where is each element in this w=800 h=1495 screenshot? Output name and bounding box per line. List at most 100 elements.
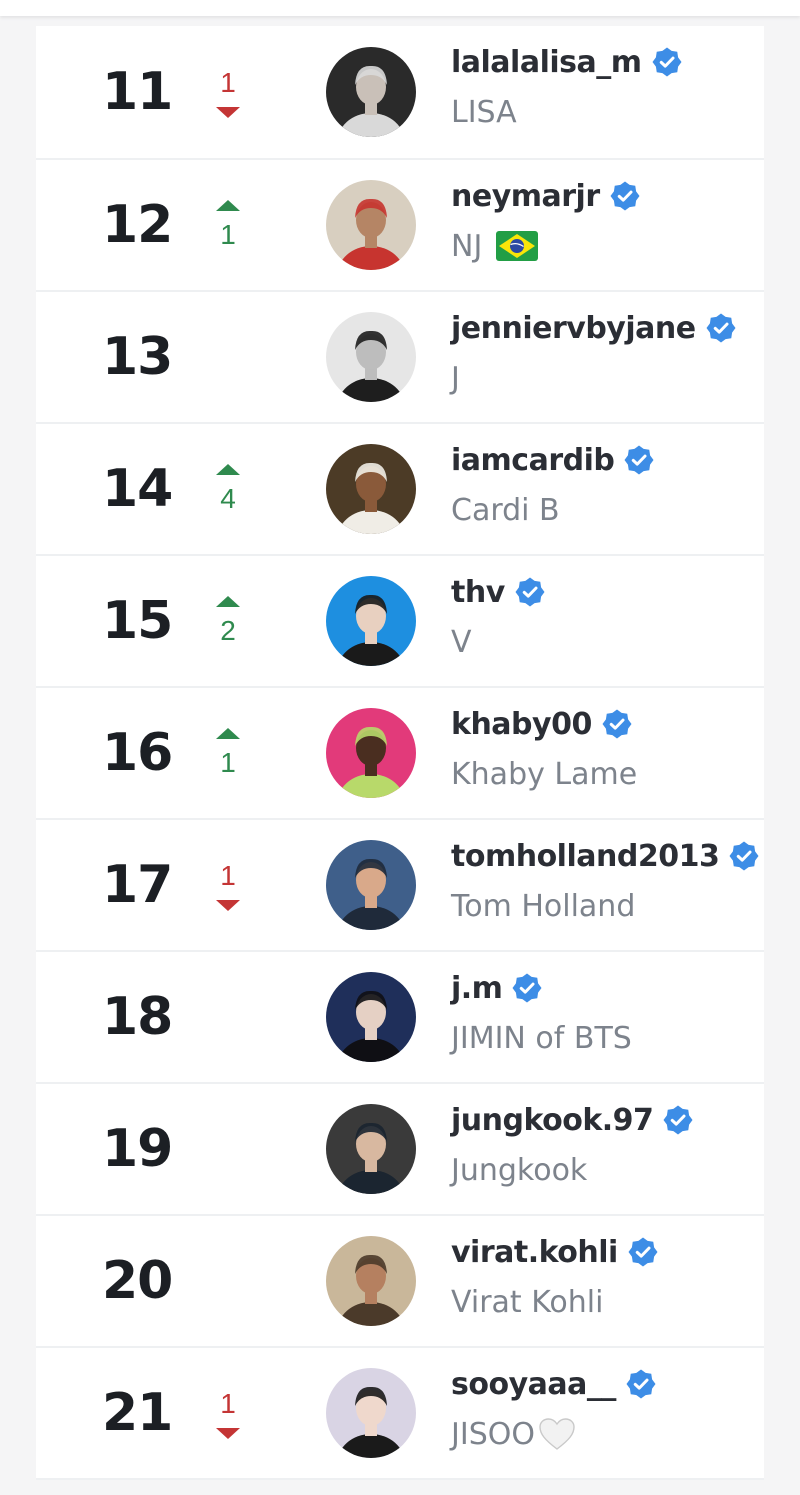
avatar[interactable] [326, 576, 416, 666]
account-handle[interactable]: lalalalisa_m [451, 45, 642, 80]
rank-change: 1 [214, 688, 242, 818]
verified-badge-icon [610, 181, 640, 211]
account-handle[interactable]: khaby00 [451, 707, 592, 742]
avatar[interactable] [326, 708, 416, 798]
ranking-row[interactable]: 13 jenniervbyjane J [36, 292, 764, 424]
account-handle[interactable]: iamcardib [451, 443, 615, 478]
verified-badge-icon [652, 47, 682, 77]
avatar[interactable] [326, 312, 416, 402]
rank-change-value: 1 [220, 859, 236, 891]
display-name: LISA [451, 94, 517, 130]
rank-change-value: 2 [220, 614, 236, 646]
rank-number: 20 [102, 1251, 173, 1311]
display-name: V [451, 624, 472, 660]
verified-badge-icon [706, 313, 736, 343]
account-info: j.m JIMIN of BTS [451, 966, 632, 1058]
rank-change: 2 [214, 556, 242, 686]
display-name: Jungkook [451, 1152, 588, 1188]
account-handle[interactable]: j.m [451, 971, 503, 1006]
ranking-row[interactable]: 20 virat.kohli Virat Kohli [36, 1216, 764, 1348]
rank-change-value: 1 [220, 66, 236, 98]
account-handle[interactable]: jenniervbyjane [451, 311, 696, 346]
rank-change-value: 1 [220, 1387, 236, 1419]
arrow-down-icon [216, 106, 240, 118]
account-info: neymarjr NJ [451, 174, 640, 266]
rank-change: 1 [214, 26, 242, 158]
display-name: Khaby Lame [451, 756, 638, 792]
arrow-up-icon [216, 463, 240, 475]
avatar[interactable] [326, 1368, 416, 1458]
rank-change: 4 [214, 424, 242, 554]
display-name: NJ [451, 228, 483, 264]
ranking-row[interactable]: 12 1 neymarjr NJ [36, 160, 764, 292]
ranking-row[interactable]: 14 4 iamcardib Cardi B [36, 424, 764, 556]
ranking-row[interactable]: 21 1 sooyaaa__ JISOO [36, 1348, 764, 1480]
avatar[interactable] [326, 47, 416, 137]
arrow-down-icon [216, 1427, 240, 1439]
ranking-row[interactable]: 15 2 thv V [36, 556, 764, 688]
verified-badge-icon [663, 1105, 693, 1135]
account-handle[interactable]: sooyaaa__ [451, 1367, 616, 1402]
ranking-row[interactable]: 19 jungkook.97 Jungkook [36, 1084, 764, 1216]
account-info: lalalalisa_m LISA [451, 40, 682, 132]
account-info: sooyaaa__ JISOO [451, 1362, 656, 1454]
verified-badge-icon [602, 709, 632, 739]
rank-number: 17 [102, 855, 173, 915]
account-info: jungkook.97 Jungkook [451, 1098, 693, 1190]
arrow-up-icon [216, 727, 240, 739]
account-info: iamcardib Cardi B [451, 438, 654, 530]
verified-badge-icon [628, 1237, 658, 1267]
display-name: Cardi B [451, 492, 560, 528]
ranking-row[interactable]: 16 1 khaby00 Khaby Lame [36, 688, 764, 820]
ranking-row[interactable]: 17 1 tomholland2013 Tom Holland [36, 820, 764, 952]
ranking-list: 11 1 lalalalisa_m LISA 12 1 neymarjr NJ 13 jennie… [36, 26, 764, 1480]
account-info: virat.kohli Virat Kohli [451, 1230, 658, 1322]
verified-badge-icon [729, 841, 759, 871]
rank-change: 1 [214, 1348, 242, 1478]
arrow-down-icon [216, 899, 240, 911]
top-bar [0, 0, 800, 16]
account-info: khaby00 Khaby Lame [451, 702, 637, 794]
verified-badge-icon [515, 577, 545, 607]
account-handle[interactable]: neymarjr [451, 179, 600, 214]
account-handle[interactable]: tomholland2013 [451, 839, 720, 874]
account-handle[interactable]: thv [451, 575, 505, 610]
display-name: JIMIN of BTS [451, 1020, 632, 1056]
account-handle[interactable]: virat.kohli [451, 1235, 618, 1270]
display-name: Tom Holland [451, 888, 636, 924]
white-heart-icon [539, 1418, 575, 1450]
ranking-row[interactable]: 18 j.m JIMIN of BTS [36, 952, 764, 1084]
rank-number: 18 [102, 987, 173, 1047]
rank-change: 1 [214, 160, 242, 290]
rank-change-value: 1 [220, 218, 236, 250]
rank-change-value: 4 [220, 482, 236, 514]
avatar[interactable] [326, 1236, 416, 1326]
account-info: jenniervbyjane J [451, 306, 736, 398]
avatar[interactable] [326, 972, 416, 1062]
rank-change-value: 1 [220, 746, 236, 778]
verified-badge-icon [626, 1369, 656, 1399]
verified-badge-icon [624, 445, 654, 475]
avatar[interactable] [326, 444, 416, 534]
rank-number: 12 [102, 195, 173, 255]
rank-number: 16 [102, 723, 173, 783]
rank-number: 19 [102, 1119, 173, 1179]
verified-badge-icon [512, 973, 542, 1003]
rank-number: 21 [102, 1383, 173, 1443]
ranking-row[interactable]: 11 1 lalalalisa_m LISA [36, 26, 764, 160]
display-name: JISOO [451, 1416, 535, 1452]
rank-change: 1 [214, 820, 242, 950]
display-name: J [451, 360, 460, 396]
account-info: thv V [451, 570, 545, 662]
avatar[interactable] [326, 180, 416, 270]
display-name: Virat Kohli [451, 1284, 604, 1320]
arrow-up-icon [216, 199, 240, 211]
brazil-flag-icon [496, 231, 539, 261]
rank-number: 11 [102, 62, 173, 122]
arrow-up-icon [216, 595, 240, 607]
account-info: tomholland2013 Tom Holland [451, 834, 759, 926]
avatar[interactable] [326, 840, 416, 930]
rank-number: 13 [102, 327, 173, 387]
avatar[interactable] [326, 1104, 416, 1194]
account-handle[interactable]: jungkook.97 [451, 1103, 654, 1138]
